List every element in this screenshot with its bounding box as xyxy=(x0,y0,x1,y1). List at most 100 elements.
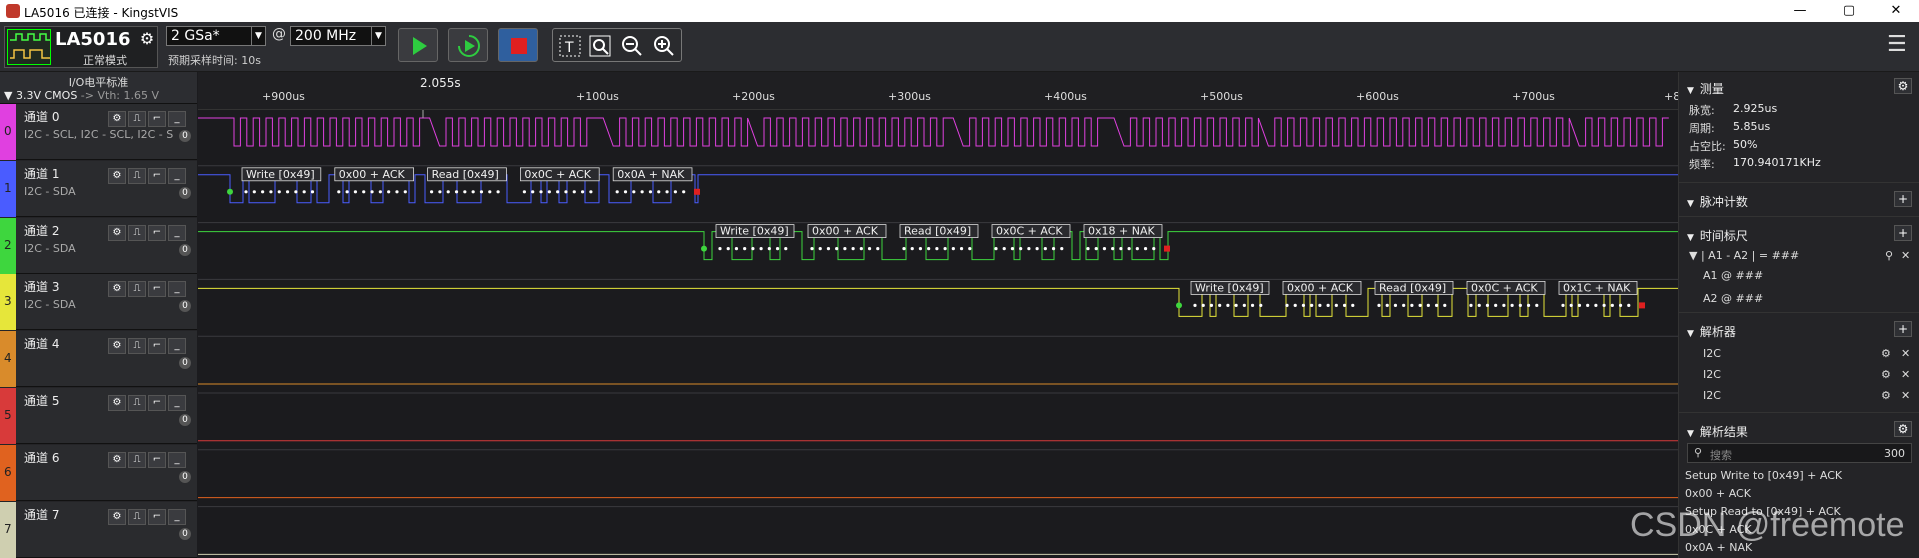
time-ruler[interactable]: 2.055s +900us +100us +200us +300us +400us +50… xyxy=(198,72,1680,110)
channel-row[interactable]: 7 通道 7 ⚙ ⎍ ⌐ _ 0 xyxy=(0,501,197,558)
rising-edge-trigger-icon[interactable]: ⎍ xyxy=(128,111,146,127)
channel-row[interactable]: 3 通道 3 I2C - SDA ⚙ ⎍ ⌐ _ 0 xyxy=(0,274,197,331)
gear-icon[interactable]: ⚙ xyxy=(108,224,126,241)
decode-bit-dot xyxy=(826,247,831,251)
low-level-trigger-icon[interactable]: _ xyxy=(168,224,186,241)
low-level-trigger-icon[interactable]: _ xyxy=(168,281,186,298)
rising-edge-trigger-icon[interactable]: ⎍ xyxy=(128,338,146,355)
pulse-count-section: ▼ 脉冲计数 + xyxy=(1679,182,1919,216)
gear-icon[interactable]: ⚙ xyxy=(108,508,126,525)
start-button[interactable] xyxy=(398,28,438,62)
measure-settings-gear-icon[interactable]: ⚙ xyxy=(1894,78,1912,94)
close-icon[interactable]: ✕ xyxy=(1901,249,1910,262)
results-settings-gear-icon[interactable]: ⚙ xyxy=(1894,421,1912,437)
analyzer-header[interactable]: ▼ 解析器 xyxy=(1687,323,1736,340)
waveform-area[interactable]: 2.055s +900us +100us +200us +300us +400us +50… xyxy=(198,72,1680,558)
falling-edge-trigger-icon[interactable]: ⌐ xyxy=(148,451,166,468)
gear-icon[interactable]: ⚙ xyxy=(108,167,126,184)
rising-edge-trigger-icon[interactable]: ⎍ xyxy=(128,167,146,184)
maximize-button[interactable]: ▢ xyxy=(1829,1,1869,21)
analyzer-item[interactable]: I2C xyxy=(1703,347,1721,360)
gear-icon[interactable]: ⚙ xyxy=(108,451,126,468)
device-settings-gear-icon[interactable]: ⚙ xyxy=(137,29,157,49)
frequency-select[interactable]: 200 MHz ▼ xyxy=(290,26,386,46)
channel-row[interactable]: 2 通道 2 I2C - SDA ⚙ ⎍ ⌐ _ 0 xyxy=(0,217,197,274)
close-icon[interactable]: ✕ xyxy=(1901,347,1910,360)
gear-icon[interactable]: ⚙ xyxy=(108,111,126,127)
close-button[interactable]: ✕ xyxy=(1876,1,1916,21)
add-analyzer-button[interactable]: + xyxy=(1894,321,1912,337)
close-icon[interactable]: ✕ xyxy=(1901,389,1910,402)
gear-icon[interactable]: ⚙ xyxy=(108,395,126,411)
low-level-trigger-icon[interactable]: _ xyxy=(168,508,186,525)
low-level-trigger-icon[interactable]: _ xyxy=(168,451,186,468)
results-search-input[interactable]: ⚲ 搜索 300 xyxy=(1687,443,1912,463)
zoom-in-icon[interactable] xyxy=(651,33,677,59)
text-tool-icon[interactable]: T xyxy=(557,33,583,59)
decode-bit-dot xyxy=(665,190,669,194)
rising-edge-trigger-icon[interactable]: ⎍ xyxy=(128,508,146,525)
stop-button[interactable] xyxy=(498,28,538,62)
results-header[interactable]: ▼ 解析结果 xyxy=(1687,423,1748,440)
channel-row[interactable]: 1 通道 1 I2C - SDA ⚙ ⎍ ⌐ _ 0 xyxy=(0,160,197,217)
zoom-fit-icon[interactable] xyxy=(587,33,613,59)
falling-edge-trigger-icon[interactable]: ⌐ xyxy=(148,338,166,355)
low-level-trigger-icon[interactable]: _ xyxy=(168,395,186,411)
gear-icon[interactable]: ⚙ xyxy=(1881,368,1891,381)
rising-edge-trigger-icon[interactable]: ⎍ xyxy=(128,224,146,241)
rising-edge-trigger-icon[interactable]: ⎍ xyxy=(128,281,146,298)
waveform-canvas[interactable]: Write [0x49] 0x00 + ACK Read [0x49] 0x0C + … xyxy=(198,110,1678,558)
time-marker-header[interactable]: ▼ 时间标尺 xyxy=(1687,227,1748,244)
analyzer-item[interactable]: I2C xyxy=(1703,389,1721,402)
channel-number: 0 xyxy=(4,124,12,138)
gear-icon[interactable]: ⚙ xyxy=(108,281,126,298)
result-item[interactable]: Setup Write to [0x49] + ACK xyxy=(1685,469,1842,482)
ch0-scl-waveform xyxy=(198,117,1669,147)
caret-down-icon: ▼ xyxy=(1689,249,1701,262)
decode-label: 0x00 + ACK xyxy=(1287,281,1354,294)
falling-edge-trigger-icon[interactable]: ⌐ xyxy=(148,111,166,127)
close-icon[interactable]: ✕ xyxy=(1901,368,1910,381)
pin-icon[interactable]: ⚲ xyxy=(1885,249,1893,262)
io-standard-title: I/O电平标准 xyxy=(68,76,129,89)
ruler-tick-label: +500us xyxy=(1200,90,1243,103)
analyzer-item[interactable]: I2C xyxy=(1703,368,1721,381)
add-pulse-count-button[interactable]: + xyxy=(1894,191,1912,207)
channel-controls: ⚙ ⎍ ⌐ _ xyxy=(108,220,194,241)
minimize-button[interactable]: — xyxy=(1780,1,1820,21)
falling-edge-trigger-icon[interactable]: ⌐ xyxy=(148,281,166,298)
falling-edge-trigger-icon[interactable]: ⌐ xyxy=(148,167,166,184)
rising-edge-trigger-icon[interactable]: ⎍ xyxy=(128,395,146,411)
decode-bit-dot xyxy=(479,190,484,194)
zoom-out-icon[interactable] xyxy=(619,33,645,59)
add-time-marker-button[interactable]: + xyxy=(1894,225,1912,241)
falling-edge-trigger-icon[interactable]: ⌐ xyxy=(148,395,166,411)
result-item[interactable]: 0x00 + ACK xyxy=(1685,487,1751,500)
gear-icon[interactable]: ⚙ xyxy=(1881,347,1891,360)
low-level-trigger-icon[interactable]: _ xyxy=(168,167,186,184)
decode-bit-dot xyxy=(572,190,576,194)
gear-icon[interactable]: ⚙ xyxy=(1881,389,1891,402)
repeat-start-button[interactable] xyxy=(448,28,488,62)
channel-row[interactable]: 4 通道 4 ⚙ ⎍ ⌐ _ 0 xyxy=(0,331,197,388)
sample-rate-select[interactable]: 2 GSa* ▼ xyxy=(166,26,266,46)
pulse-count-header[interactable]: ▼ 脉冲计数 xyxy=(1687,193,1748,210)
falling-edge-trigger-icon[interactable]: ⌐ xyxy=(148,224,166,241)
gear-icon[interactable]: ⚙ xyxy=(108,338,126,355)
rising-edge-trigger-icon[interactable]: ⎍ xyxy=(128,451,146,468)
channel-name: 通道 0 xyxy=(24,110,60,124)
channel-row[interactable]: 5 通道 5 ⚙ ⎍ ⌐ _ 0 xyxy=(0,388,197,444)
decode-bit-dot xyxy=(623,190,628,194)
measure-header[interactable]: ▼ 测量 xyxy=(1687,80,1724,97)
low-level-trigger-icon[interactable]: _ xyxy=(168,338,186,355)
channel-row[interactable]: 0 通道 0 I2C - SCL, I2C - SCL, I2C - S ⚙ ⎍ ⌐ _ 0 xyxy=(0,104,197,160)
hamburger-icon[interactable]: ☰ xyxy=(1887,32,1909,57)
io-standard[interactable]: I/O电平标准 ▼ 3.3V CMOS -> Vth: 1.65 V xyxy=(0,72,197,104)
channel-row[interactable]: 6 通道 6 ⚙ ⎍ ⌐ _ 0 xyxy=(0,444,197,501)
falling-edge-trigger-icon[interactable]: ⌐ xyxy=(148,508,166,525)
channel-number: 7 xyxy=(4,521,12,536)
channel-color-bar: 3 xyxy=(0,274,16,331)
decode-bit-dot xyxy=(1119,247,1123,251)
low-level-trigger-icon[interactable]: _ xyxy=(168,111,186,127)
decode-bit-dot xyxy=(810,247,814,251)
